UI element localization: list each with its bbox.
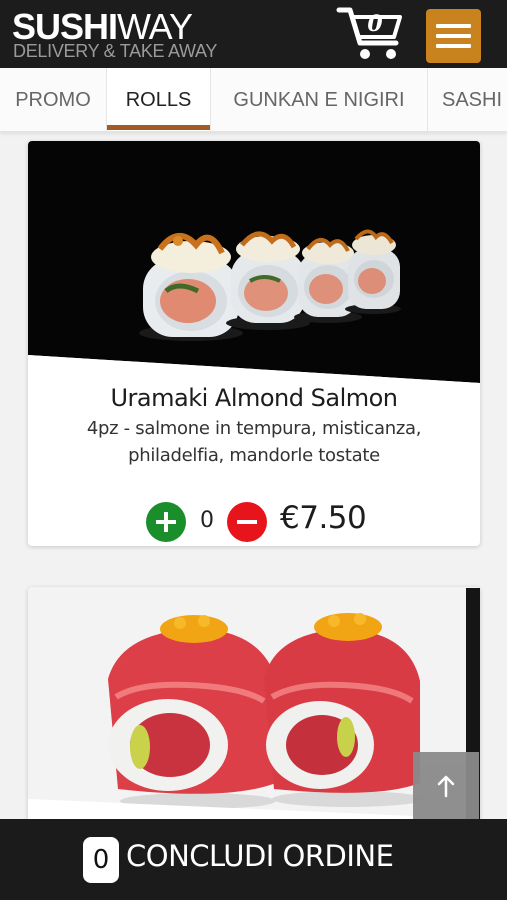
remove-quantity-button[interactable]: [227, 502, 267, 542]
sushi-piece: [139, 233, 243, 341]
sushi-piece: [345, 229, 401, 314]
sushiway-logo[interactable]: SUSHIWAY DELIVERY & TAKE AWAY: [12, 6, 252, 62]
add-quantity-button[interactable]: [146, 502, 186, 542]
checkout-button-label[interactable]: CONCLUDI ORDINE: [126, 839, 394, 873]
menu-icon-bar: [436, 44, 471, 48]
quantity-row: 0 €7.50: [28, 498, 480, 542]
menu-icon-bar: [436, 34, 471, 38]
logo-tagline: DELIVERY & TAKE AWAY: [13, 41, 218, 61]
product-description: 4pz - salmone in tempura, misticanza, ph…: [86, 418, 422, 466]
hamburger-menu-button[interactable]: [426, 9, 481, 63]
tab-sashimi[interactable]: SASHI: [428, 68, 507, 131]
cart-count: 0: [367, 11, 383, 37]
minus-icon: [237, 520, 257, 524]
product-card: Uramaki Almond Salmon 4pz - salmone in t…: [28, 141, 480, 546]
tab-promo[interactable]: PROMO: [0, 68, 107, 131]
category-tabs: PROMO ROLLS GUNKAN E NIGIRI SASHI: [0, 68, 507, 132]
tab-gunkan-e-nigiri[interactable]: GUNKAN E NIGIRI: [211, 68, 428, 131]
plus-icon-stem: [164, 512, 168, 532]
cart-button[interactable]: 0: [336, 5, 404, 63]
page: SUSHIWAY DELIVERY & TAKE AWAY 0 PROMO RO…: [0, 0, 507, 900]
order-count-badge: 0: [83, 837, 119, 883]
app-header: SUSHIWAY DELIVERY & TAKE AWAY 0: [0, 0, 507, 68]
menu-icon-bar: [436, 24, 471, 28]
product-price: €7.50: [280, 500, 367, 536]
tab-rolls[interactable]: ROLLS: [107, 68, 211, 131]
checkout-bar[interactable]: 0 CONCLUDI ORDINE: [0, 819, 507, 900]
product-image: [28, 141, 480, 386]
product-name: Uramaki Almond Salmon: [110, 384, 398, 412]
scroll-to-top-button[interactable]: [413, 752, 479, 820]
quantity-value: 0: [200, 508, 214, 533]
active-tab-indicator: [107, 125, 210, 130]
arrow-up-icon: [437, 775, 455, 798]
